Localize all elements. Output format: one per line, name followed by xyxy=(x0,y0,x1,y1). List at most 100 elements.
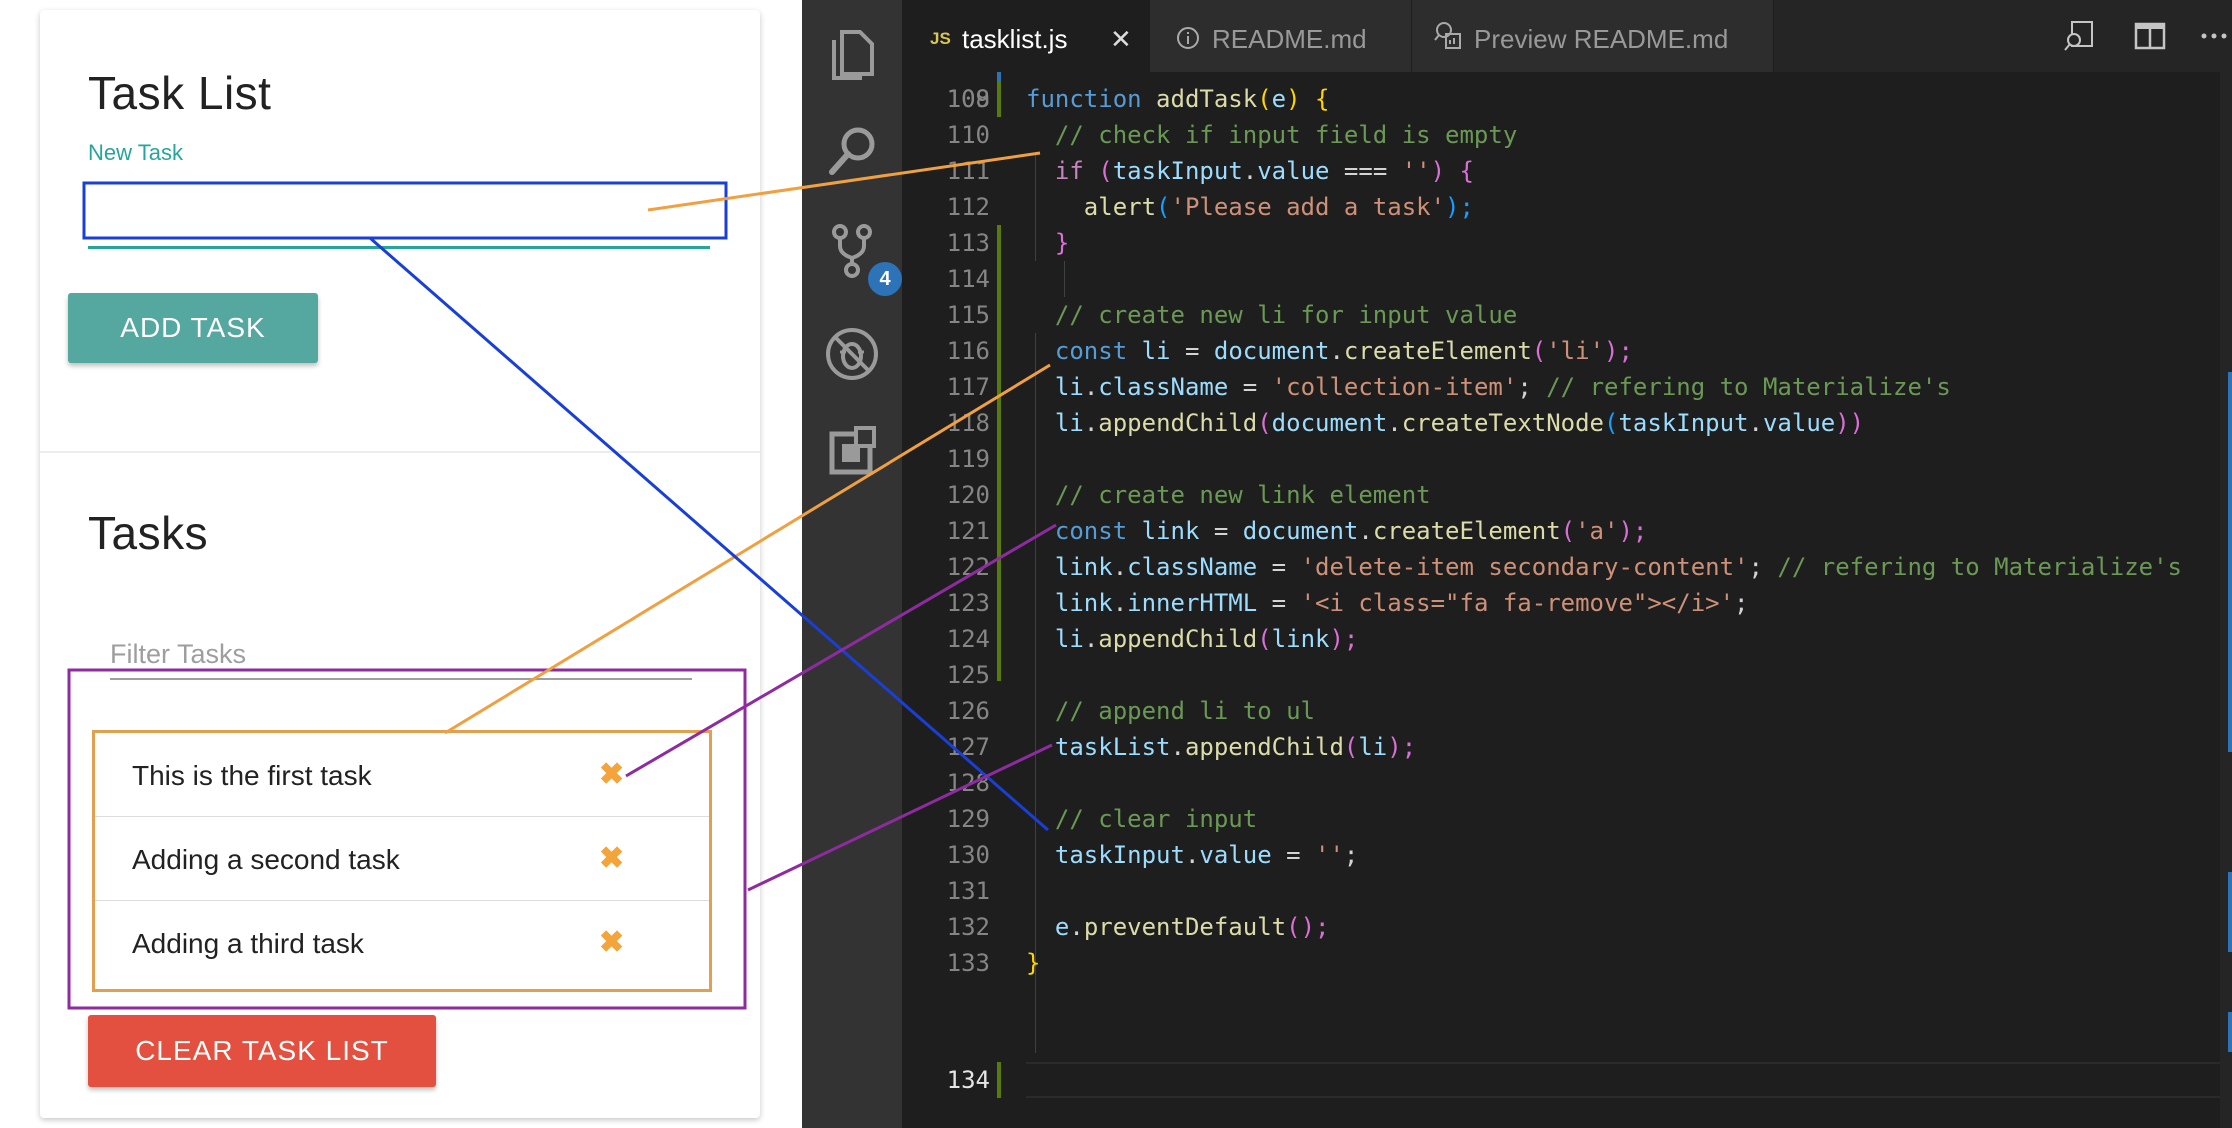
identifier: taskInput xyxy=(1618,409,1749,437)
function-name: createElement xyxy=(1343,337,1532,365)
code-line: 115 // create new li for input value xyxy=(902,297,2232,333)
brace: } xyxy=(1026,949,1041,977)
operator: = xyxy=(1271,589,1287,617)
task-text: Adding a second task xyxy=(132,844,400,875)
code-line: 112 alert('Please add a task'); xyxy=(902,189,2232,225)
code-line: 113 } xyxy=(902,225,2232,261)
code-line: 120 // create new link element xyxy=(902,477,2232,513)
paren: )) xyxy=(1835,409,1865,437)
scm-badge: 4 xyxy=(868,262,902,296)
preview-icon xyxy=(1434,22,1461,49)
paren: ) xyxy=(1286,85,1301,113)
paren: ( xyxy=(1531,337,1547,365)
paren: ); xyxy=(1387,733,1417,761)
task-app-card: Task List New Task ADD TASK Tasks This i… xyxy=(40,10,760,1118)
line-number: 124 xyxy=(946,625,990,653)
line-number: 123 xyxy=(946,589,990,617)
activity-bar: 4 xyxy=(802,0,902,1128)
line-number: 130 xyxy=(946,841,990,869)
comment: // create new link element xyxy=(1054,481,1431,509)
app-title: Task List xyxy=(88,67,272,119)
tab-readme[interactable]: README.md xyxy=(1150,0,1412,72)
comment: // clear input xyxy=(1054,805,1258,833)
search-icon[interactable] xyxy=(820,120,884,184)
task-list: This is the first task ✖ Adding a second… xyxy=(92,730,712,992)
keyword: function xyxy=(1026,85,1142,113)
close-icon[interactable]: ✕ xyxy=(1110,0,1132,78)
identifier: value xyxy=(1257,157,1330,185)
operator: = xyxy=(1213,517,1229,545)
punct: ; xyxy=(1734,589,1749,617)
punct: . xyxy=(1112,589,1128,617)
more-actions-icon[interactable] xyxy=(2196,18,2232,54)
new-task-input[interactable] xyxy=(88,197,710,249)
line-number: 134 xyxy=(946,1066,990,1094)
task-text: Adding a third task xyxy=(132,928,364,959)
code-line: 119 xyxy=(902,441,2232,477)
code-line: 118 li.appendChild(document.createTextNo… xyxy=(902,405,2232,441)
identifier: taskInput xyxy=(1054,841,1185,869)
line-number: 121 xyxy=(946,517,990,545)
line-number: 126 xyxy=(946,697,990,725)
task-text: This is the first task xyxy=(132,760,372,791)
punct: ; xyxy=(1343,841,1359,869)
operator: = xyxy=(1271,553,1287,581)
filter-tasks-input[interactable] xyxy=(110,630,692,680)
clear-task-list-button[interactable]: CLEAR TASK LIST xyxy=(88,1015,436,1087)
comment: // check if input field is empty xyxy=(1054,121,1518,149)
line-number: 113 xyxy=(946,229,990,257)
line-number: 118 xyxy=(946,409,990,437)
function-name: createElement xyxy=(1372,517,1561,545)
code-line: 124 li.appendChild(link); xyxy=(902,621,2232,657)
code-line: 129 // clear input xyxy=(902,801,2232,837)
operator: === xyxy=(1343,157,1388,185)
tab-preview-readme[interactable]: Preview README.md xyxy=(1412,0,1774,72)
punct: . xyxy=(1083,409,1099,437)
explorer-icon[interactable] xyxy=(820,22,884,86)
paren: ( xyxy=(1343,733,1359,761)
identifier: document xyxy=(1271,409,1388,437)
brace: { xyxy=(1459,157,1474,185)
code-line: 134 xyxy=(902,1062,2232,1098)
delete-task-icon[interactable]: ✖ xyxy=(599,841,624,876)
code-line: 109 function addTask(e) { xyxy=(902,81,2232,117)
source-control-button[interactable]: 4 xyxy=(820,220,902,296)
tab-label: README.md xyxy=(1212,24,1367,54)
keyword: const xyxy=(1054,337,1128,365)
punct: . xyxy=(1083,625,1099,653)
function-name: appendChild xyxy=(1098,625,1258,653)
add-task-button[interactable]: ADD TASK xyxy=(68,293,318,363)
code-area[interactable]: 108 109 function addTask(e) { 110 // chec… xyxy=(902,72,2232,1128)
overview-ruler[interactable] xyxy=(2220,72,2232,1128)
line-number: 110 xyxy=(946,121,990,149)
string: '<i class="fa fa-remove"></i>' xyxy=(1300,589,1735,617)
paren: ); xyxy=(1604,337,1633,365)
line-number: 119 xyxy=(946,445,990,473)
new-task-label: New Task xyxy=(88,140,183,165)
split-editor-icon[interactable] xyxy=(2132,18,2168,54)
code-line: 123 link.innerHTML = '<i class="fa fa-re… xyxy=(902,585,2232,621)
identifier: li xyxy=(1358,733,1388,761)
open-preview-icon[interactable] xyxy=(2062,18,2098,54)
comment: // refering to Materialize's xyxy=(1777,553,2182,581)
paren: ); xyxy=(1445,193,1474,221)
code-line: 117 li.className = 'collection-item'; //… xyxy=(902,369,2232,405)
js-file-icon: JS xyxy=(930,29,951,48)
punct: ; xyxy=(1748,553,1763,581)
debug-icon[interactable] xyxy=(820,322,884,386)
tab-tasklist-js[interactable]: JS tasklist.js ✕ xyxy=(902,0,1150,72)
extensions-icon[interactable] xyxy=(820,420,884,484)
line-number: 128 xyxy=(946,769,990,797)
punct: . xyxy=(1387,409,1402,437)
identifier: e xyxy=(1054,913,1070,941)
punct: . xyxy=(1358,517,1373,545)
identifier: value xyxy=(1762,409,1836,437)
line-number: 132 xyxy=(946,913,990,941)
delete-task-icon[interactable]: ✖ xyxy=(599,757,624,792)
punct: . xyxy=(1184,841,1200,869)
punct: . xyxy=(1069,913,1084,941)
delete-task-icon[interactable]: ✖ xyxy=(599,925,624,960)
task-item: Adding a third task ✖ xyxy=(95,901,709,985)
keyword: if xyxy=(1054,157,1084,185)
line-number: 125 xyxy=(946,661,990,689)
